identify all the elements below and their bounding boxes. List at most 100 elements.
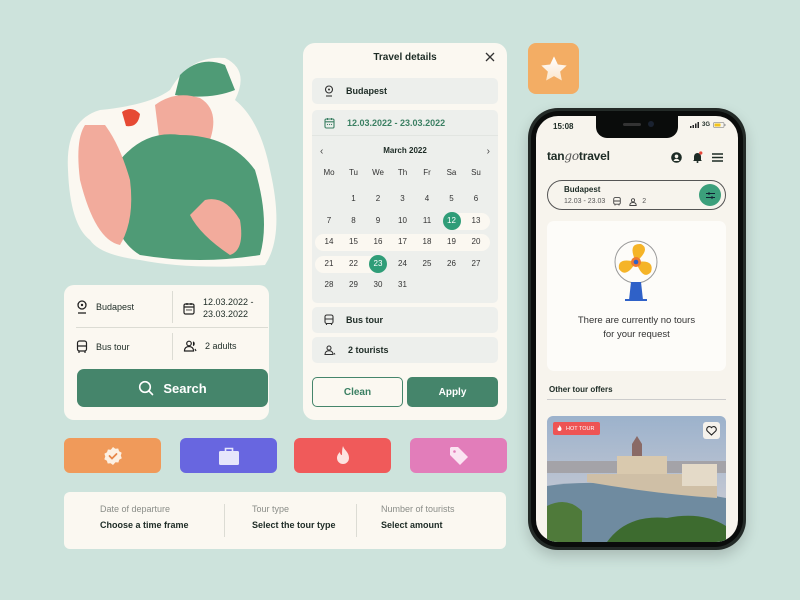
location-row[interactable]: Budapest [312, 78, 498, 104]
briefcase-icon [218, 447, 239, 465]
chevron-right-icon[interactable]: › [487, 146, 490, 157]
calendar-day[interactable]: 1 [342, 194, 366, 203]
apply-button[interactable]: Apply [407, 377, 498, 407]
location-value: Budapest [96, 302, 135, 312]
divider [172, 291, 173, 323]
calendar-day[interactable]: 5 [440, 194, 464, 203]
signal-icon [689, 122, 699, 128]
calendar-day[interactable]: 26 [440, 259, 464, 268]
calendar-day[interactable]: 12 [440, 216, 464, 225]
location-value: Budapest [346, 86, 388, 96]
filter-label: Date of departure [100, 504, 171, 514]
calendar-day[interactable]: 9 [366, 216, 390, 225]
filter-departure[interactable]: Date of departure Choose a time frame [100, 504, 189, 530]
fire-icon [336, 445, 349, 464]
calendar-day[interactable]: 8 [342, 216, 366, 225]
calendar-day[interactable]: 15 [342, 237, 366, 246]
location-pin-icon [324, 85, 334, 97]
calendar-day[interactable]: 13 [464, 216, 488, 225]
guests-field[interactable]: 2 adults [183, 340, 237, 352]
chevron-left-icon[interactable]: ‹ [320, 146, 323, 157]
divider [224, 504, 225, 537]
user-account-icon[interactable] [671, 152, 682, 163]
favorite-button[interactable] [703, 422, 720, 439]
calendar-day[interactable]: 30 [366, 280, 390, 289]
location-pin-icon [77, 300, 87, 314]
status-time: 15:08 [553, 122, 574, 131]
guests-value: 2 adults [205, 341, 237, 351]
tour-type-value: Bus tour [346, 315, 383, 325]
calendar-day[interactable]: 10 [391, 216, 415, 225]
calendar-day[interactable]: 4 [415, 194, 439, 203]
tour-offer-card[interactable]: HOT TOUR [547, 416, 726, 542]
search-summary-pill[interactable]: Budapest 12.03 - 23.03 2 [547, 180, 726, 210]
calendar-day[interactable]: 23 [366, 259, 390, 268]
fire-icon [557, 425, 562, 431]
weekday-label: Th [397, 168, 408, 177]
star-icon [540, 55, 567, 80]
notification-bell-icon[interactable] [692, 151, 703, 163]
date-range-row[interactable]: 12.03.2022 - 23.03.2022 [312, 110, 498, 136]
date-range-value: 12.03.2022 - 23.03.2022 [347, 117, 446, 128]
calendar-day[interactable]: 31 [391, 280, 415, 289]
tile-briefcase[interactable] [180, 438, 277, 473]
weekday-label: Mo [323, 168, 335, 177]
calendar-day[interactable]: 17 [391, 237, 415, 246]
calendar-day[interactable]: 21 [317, 259, 341, 268]
tour-type-row[interactable]: Bus tour [312, 307, 498, 333]
tile-tag[interactable] [410, 438, 507, 473]
dates-field[interactable]: 12.03.2022 - 23.03.2022 [183, 296, 254, 320]
calendar-day[interactable]: 27 [464, 259, 488, 268]
month-navigation: ‹ March 2022 › [312, 146, 498, 158]
app-logo[interactable]: tangotravel [547, 149, 610, 163]
battery-icon [713, 122, 726, 128]
clean-button[interactable]: Clean [312, 377, 403, 407]
divider [76, 327, 268, 328]
filter-tourists[interactable]: Number of tourists Select amount [381, 504, 455, 530]
calendar-day[interactable]: 19 [440, 237, 464, 246]
bus-icon [76, 340, 88, 353]
divider [356, 504, 357, 537]
favorite-tile[interactable] [528, 43, 579, 94]
close-icon[interactable] [484, 51, 496, 63]
dates-line-2: 23.03.2022 [203, 309, 249, 319]
calendar-panel: 12.03.2022 - 23.03.2022 ‹ March 2022 › M… [312, 110, 498, 303]
filter-tour-type[interactable]: Tour type Select the tour type [252, 504, 336, 530]
tile-verified[interactable] [64, 438, 161, 473]
pill-city: Budapest [564, 185, 601, 194]
calendar-day[interactable]: 25 [415, 259, 439, 268]
users-icon [183, 340, 197, 352]
calendar-day[interactable]: 28 [317, 280, 341, 289]
search-icon [139, 380, 154, 396]
calendar-day[interactable]: 29 [342, 280, 366, 289]
weekday-label: Su [471, 168, 481, 177]
calendar-day[interactable]: 16 [366, 237, 390, 246]
calendar-day[interactable]: 7 [317, 216, 341, 225]
menu-icon[interactable] [712, 153, 723, 162]
calendar-day[interactable]: 18 [415, 237, 439, 246]
status-indicators: 3G [689, 122, 726, 128]
sliders-icon [705, 191, 715, 199]
tile-hot[interactable] [294, 438, 391, 473]
heart-icon [706, 425, 717, 436]
tour-type-field[interactable]: Bus tour [76, 340, 130, 354]
search-button[interactable]: Search [77, 369, 268, 407]
weekday-label: We [372, 168, 384, 177]
empty-state-card: There are currently no tours for your re… [547, 221, 726, 371]
calendar-day[interactable]: 24 [391, 259, 415, 268]
calendar-day[interactable]: 2 [366, 194, 390, 203]
tourists-row[interactable]: 2 tourists [312, 337, 498, 363]
calendar-day[interactable]: 3 [391, 194, 415, 203]
calendar-day[interactable]: 22 [342, 259, 366, 268]
calendar-day[interactable]: 11 [415, 216, 439, 225]
filter-toggle-button[interactable] [699, 184, 721, 206]
search-label: Search [163, 380, 207, 396]
bus-icon [324, 314, 334, 325]
location-field[interactable]: Budapest [76, 300, 134, 314]
calendar-icon [324, 117, 335, 129]
calendar-icon [183, 302, 195, 315]
calendar-day[interactable]: 14 [317, 237, 341, 246]
calendar-day[interactable]: 20 [464, 237, 488, 246]
calendar-day[interactable]: 6 [464, 194, 488, 203]
weekday-label: Tu [348, 168, 359, 177]
